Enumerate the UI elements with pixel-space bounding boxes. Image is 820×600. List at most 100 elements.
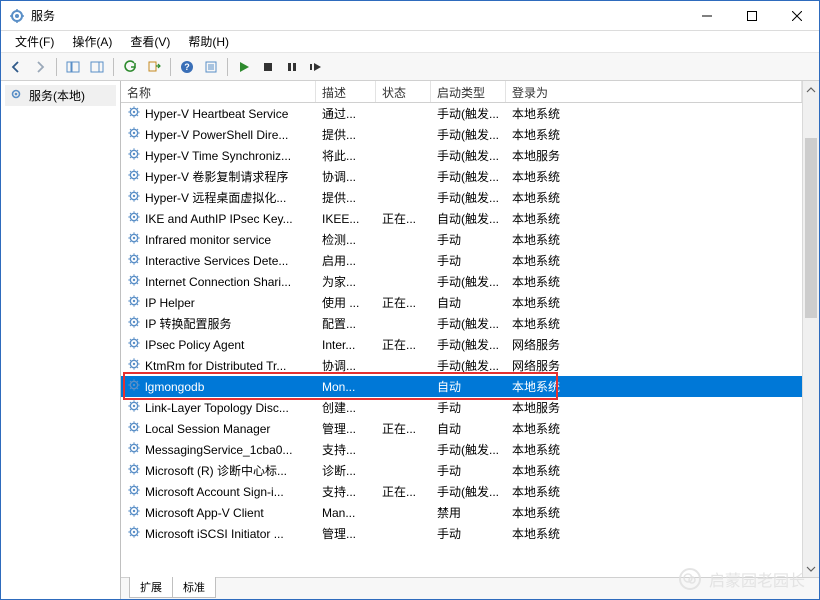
service-logon-cell: 网络服务 bbox=[506, 355, 802, 376]
service-desc-cell: 支持... bbox=[316, 439, 376, 460]
service-gear-icon bbox=[127, 105, 141, 122]
service-row[interactable]: lgmongodbMon...自动本地系统 bbox=[121, 376, 802, 397]
service-desc-cell: 管理... bbox=[316, 523, 376, 544]
service-startup-cell: 自动 bbox=[431, 418, 506, 439]
service-gear-icon bbox=[127, 399, 141, 416]
service-status-cell: 正在... bbox=[376, 481, 431, 502]
service-status-cell: 正在... bbox=[376, 292, 431, 313]
start-service-button[interactable] bbox=[233, 56, 255, 78]
service-status-cell bbox=[376, 112, 431, 116]
service-row[interactable]: IPsec Policy AgentInter...正在...手动(触发...网… bbox=[121, 334, 802, 355]
menu-help[interactable]: 帮助(H) bbox=[180, 31, 237, 52]
service-row[interactable]: KtmRm for Distributed Tr...协调...手动(触发...… bbox=[121, 355, 802, 376]
service-row[interactable]: Hyper-V Heartbeat Service通过...手动(触发...本地… bbox=[121, 103, 802, 124]
close-button[interactable] bbox=[774, 1, 819, 30]
actionpane-button[interactable] bbox=[86, 56, 108, 78]
service-name-label: Hyper-V 卷影复制请求程序 bbox=[145, 168, 288, 185]
service-row[interactable]: Microsoft iSCSI Initiator ...管理...手动本地系统 bbox=[121, 523, 802, 544]
list-rows: Hyper-V Heartbeat Service通过...手动(触发...本地… bbox=[121, 103, 802, 544]
service-logon-cell: 本地系统 bbox=[506, 460, 802, 481]
service-status-cell bbox=[376, 469, 431, 473]
service-desc-cell: Man... bbox=[316, 504, 376, 522]
service-row[interactable]: IKE and AuthIP IPsec Key...IKEE...正在...自… bbox=[121, 208, 802, 229]
service-row[interactable]: Local Session Manager管理...正在...自动本地系统 bbox=[121, 418, 802, 439]
service-row[interactable]: Internet Connection Shari...为家...手动(触发..… bbox=[121, 271, 802, 292]
menu-view[interactable]: 查看(V) bbox=[122, 31, 178, 52]
service-status-cell bbox=[376, 511, 431, 515]
help-button[interactable]: ? bbox=[176, 56, 198, 78]
service-row[interactable]: IP Helper使用 ...正在...自动本地系统 bbox=[121, 292, 802, 313]
col-header-desc[interactable]: 描述 bbox=[316, 81, 376, 102]
service-startup-cell: 手动(触发... bbox=[431, 439, 506, 460]
service-gear-icon bbox=[127, 504, 141, 521]
service-desc-cell: 通过... bbox=[316, 103, 376, 124]
service-startup-cell: 手动 bbox=[431, 523, 506, 544]
service-name-label: Internet Connection Shari... bbox=[145, 275, 291, 289]
service-row[interactable]: Microsoft Account Sign-i...支持...正在...手动(… bbox=[121, 481, 802, 502]
service-row[interactable]: Interactive Services Dete...启用...手动本地系统 bbox=[121, 250, 802, 271]
menu-file[interactable]: 文件(F) bbox=[7, 31, 62, 52]
maximize-button[interactable] bbox=[729, 1, 774, 30]
service-row[interactable]: IP 转换配置服务配置...手动(触发...本地系统 bbox=[121, 313, 802, 334]
refresh-button[interactable] bbox=[119, 56, 141, 78]
service-row[interactable]: Hyper-V Time Synchroniz...将此...手动(触发...本… bbox=[121, 145, 802, 166]
service-startup-cell: 手动(触发... bbox=[431, 103, 506, 124]
service-startup-cell: 自动 bbox=[431, 376, 506, 397]
service-desc-cell: 启用... bbox=[316, 250, 376, 271]
service-name-cell: Hyper-V Time Synchroniz... bbox=[121, 145, 316, 166]
restart-service-button[interactable] bbox=[305, 56, 327, 78]
col-header-status[interactable]: 状态 bbox=[376, 81, 431, 102]
service-row[interactable]: Microsoft (R) 诊断中心标...诊断...手动本地系统 bbox=[121, 460, 802, 481]
service-gear-icon bbox=[127, 525, 141, 542]
window-controls bbox=[684, 1, 819, 30]
stop-service-button[interactable] bbox=[257, 56, 279, 78]
service-row[interactable]: Infrared monitor service检测...手动本地系统 bbox=[121, 229, 802, 250]
service-gear-icon bbox=[127, 378, 141, 395]
menu-action[interactable]: 操作(A) bbox=[64, 31, 120, 52]
minimize-button[interactable] bbox=[684, 1, 729, 30]
scroll-thumb[interactable] bbox=[805, 138, 817, 318]
service-name-cell: IP 转换配置服务 bbox=[121, 313, 316, 334]
service-startup-cell: 手动 bbox=[431, 250, 506, 271]
service-name-label: Local Session Manager bbox=[145, 422, 270, 436]
service-status-cell bbox=[376, 280, 431, 284]
service-row[interactable]: Link-Layer Topology Disc...创建...手动本地服务 bbox=[121, 397, 802, 418]
tab-standard[interactable]: 标准 bbox=[172, 577, 216, 598]
scroll-down-button[interactable] bbox=[803, 560, 819, 577]
col-header-logon[interactable]: 登录为 bbox=[506, 81, 802, 102]
col-header-name[interactable]: 名称 bbox=[121, 81, 316, 102]
service-logon-cell: 本地系统 bbox=[506, 376, 802, 397]
service-name-cell: MessagingService_1cba0... bbox=[121, 439, 316, 460]
list-wrap: 名称 描述 状态 启动类型 登录为 Hyper-V Heartbeat Serv… bbox=[121, 81, 819, 577]
service-status-cell bbox=[376, 154, 431, 158]
service-row[interactable]: Microsoft App-V ClientMan...禁用本地系统 bbox=[121, 502, 802, 523]
properties-button[interactable] bbox=[200, 56, 222, 78]
scroll-track[interactable] bbox=[803, 98, 819, 560]
pause-service-button[interactable] bbox=[281, 56, 303, 78]
show-hide-tree-button[interactable] bbox=[62, 56, 84, 78]
service-logon-cell: 本地系统 bbox=[506, 166, 802, 187]
service-name-cell: IKE and AuthIP IPsec Key... bbox=[121, 208, 316, 229]
export-button[interactable] bbox=[143, 56, 165, 78]
service-name-label: IPsec Policy Agent bbox=[145, 338, 244, 352]
tab-extended[interactable]: 扩展 bbox=[129, 577, 173, 598]
service-status-cell bbox=[376, 448, 431, 452]
service-name-cell: Hyper-V 远程桌面虚拟化... bbox=[121, 187, 316, 208]
service-name-label: MessagingService_1cba0... bbox=[145, 443, 292, 457]
service-name-cell: Interactive Services Dete... bbox=[121, 250, 316, 271]
vertical-scrollbar[interactable] bbox=[802, 81, 819, 577]
nav-root-item[interactable]: 服务(本地) bbox=[5, 85, 116, 106]
service-row[interactable]: Hyper-V 远程桌面虚拟化...提供...手动(触发...本地系统 bbox=[121, 187, 802, 208]
service-row[interactable]: Hyper-V 卷影复制请求程序协调...手动(触发...本地系统 bbox=[121, 166, 802, 187]
service-logon-cell: 本地系统 bbox=[506, 208, 802, 229]
col-header-startup[interactable]: 启动类型 bbox=[431, 81, 506, 102]
service-row[interactable]: Hyper-V PowerShell Dire...提供...手动(触发...本… bbox=[121, 124, 802, 145]
back-button[interactable] bbox=[5, 56, 27, 78]
service-desc-cell: Inter... bbox=[316, 336, 376, 354]
service-name-label: Microsoft Account Sign-i... bbox=[145, 485, 284, 499]
forward-button[interactable] bbox=[29, 56, 51, 78]
service-gear-icon bbox=[127, 483, 141, 500]
scroll-up-button[interactable] bbox=[803, 81, 819, 98]
service-row[interactable]: MessagingService_1cba0...支持...手动(触发...本地… bbox=[121, 439, 802, 460]
service-gear-icon bbox=[127, 252, 141, 269]
